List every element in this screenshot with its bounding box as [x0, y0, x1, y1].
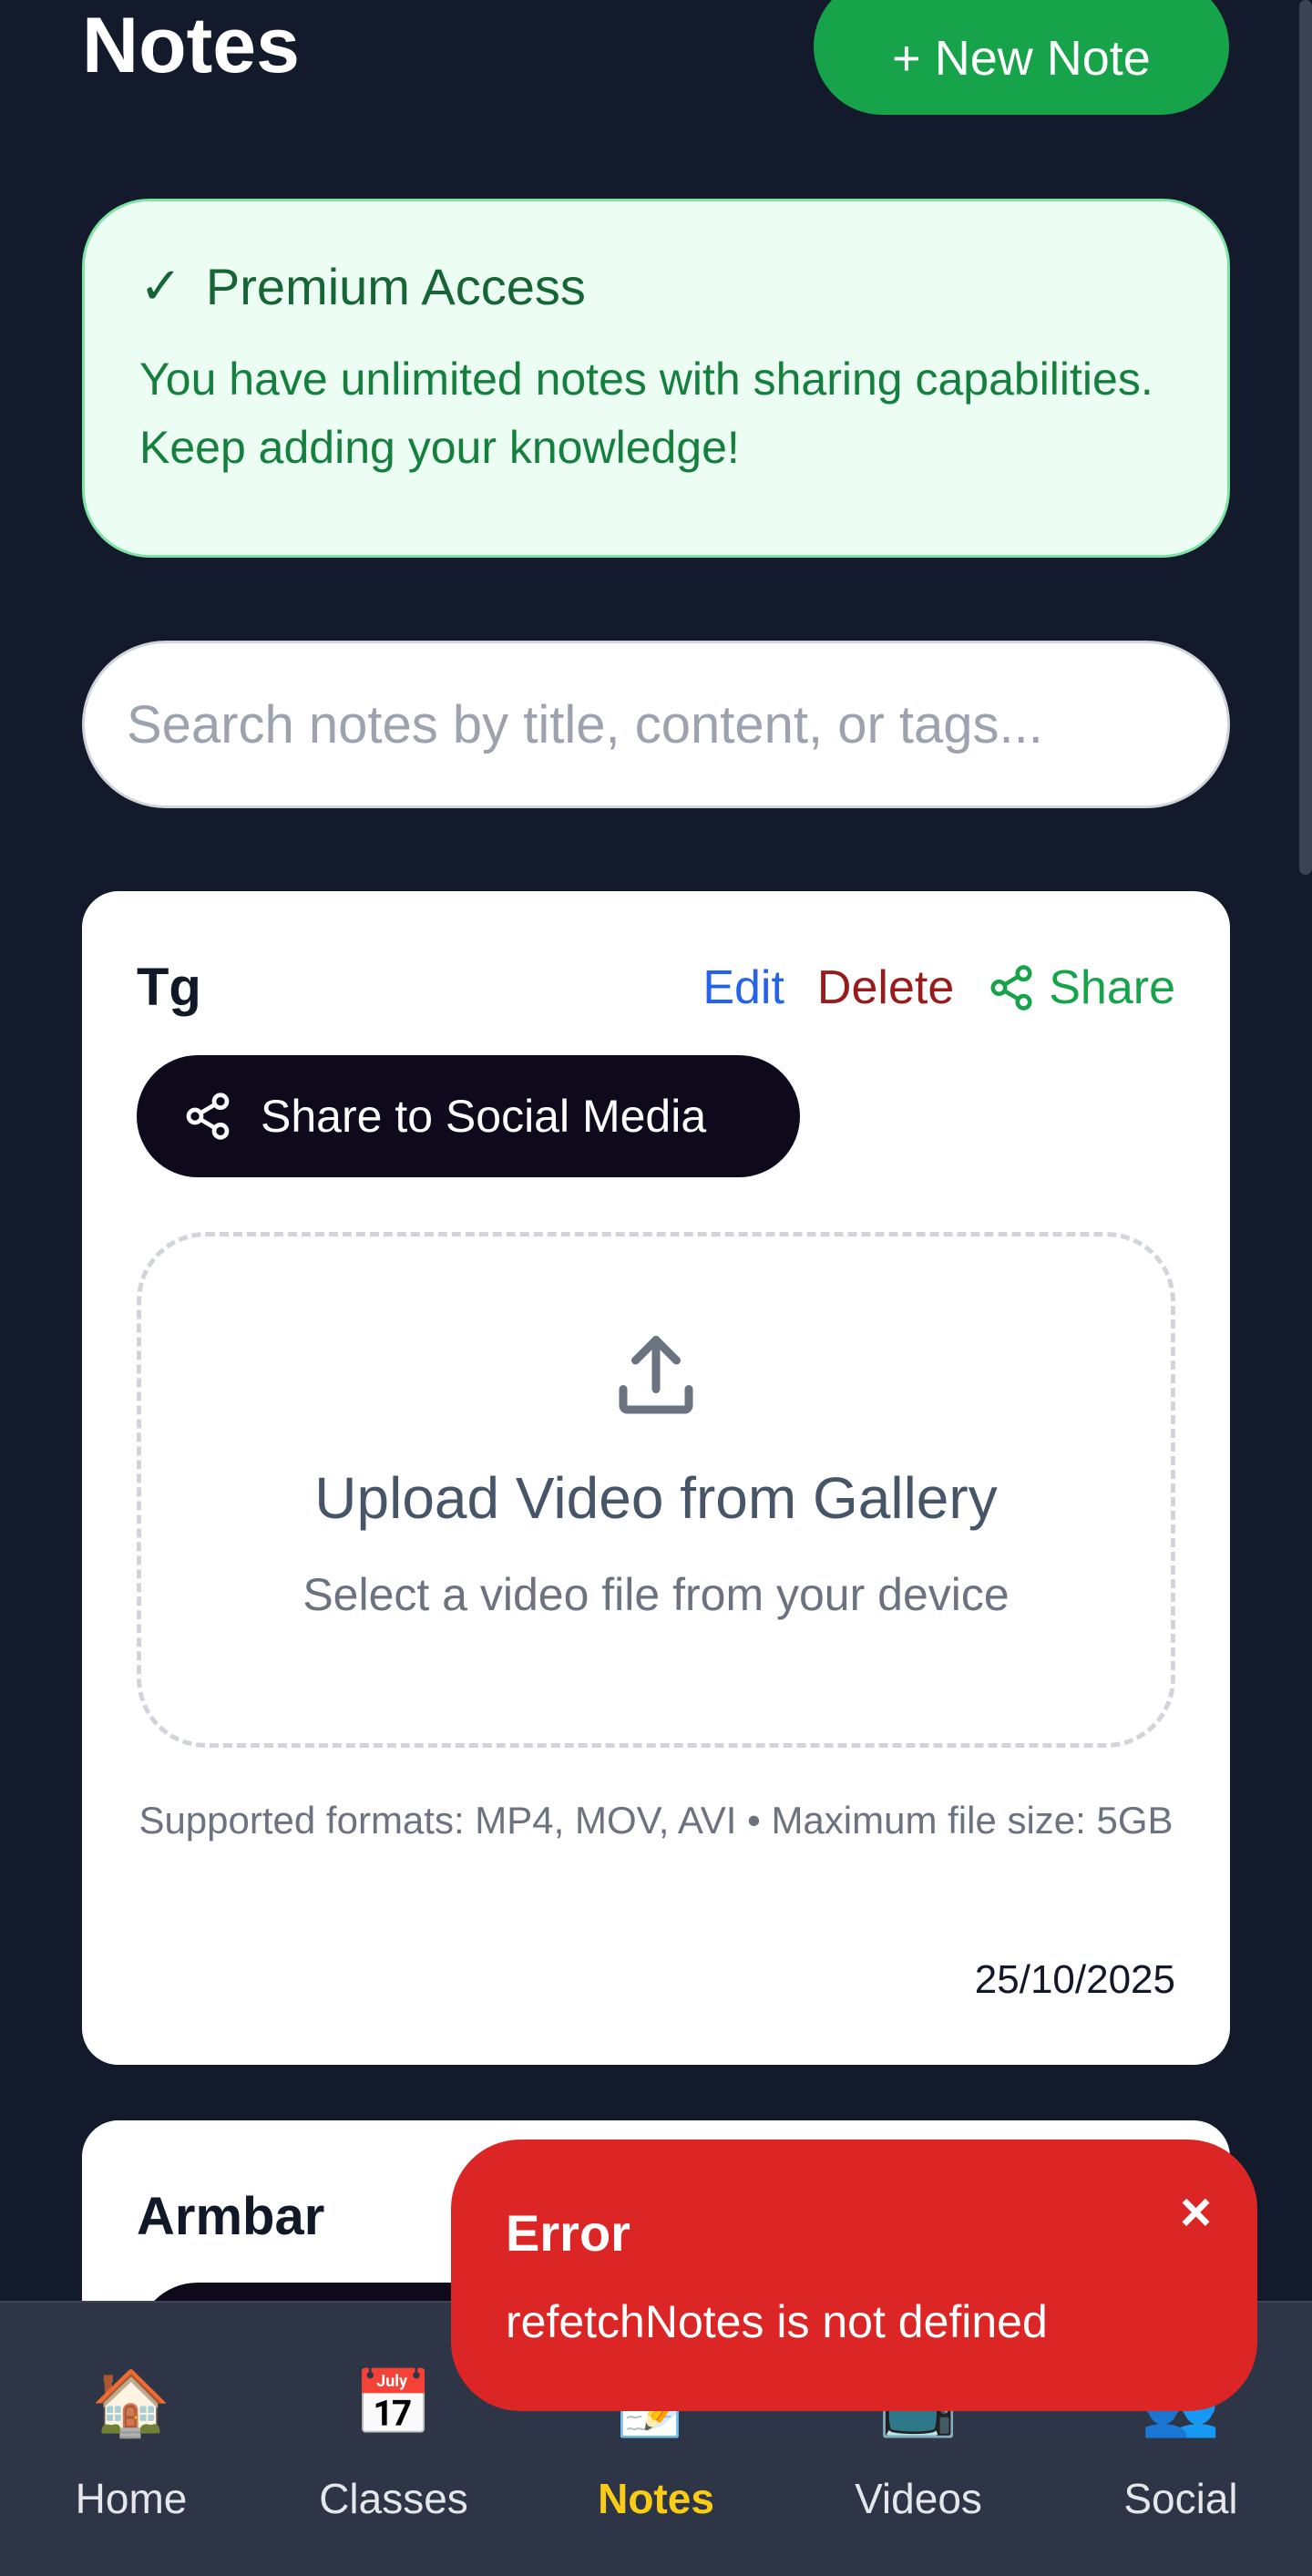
new-note-button[interactable]: + New Note	[814, 0, 1229, 115]
toast-title: Error	[506, 2204, 630, 2262]
note-card: Tg Edit Delete Share Share to Social Med…	[82, 891, 1230, 2065]
nav-label: Classes	[319, 2475, 468, 2522]
edit-button[interactable]: Edit	[702, 960, 784, 1015]
premium-title-row: ✓ Premium Access	[139, 256, 1173, 316]
share-label: Share	[1049, 961, 1175, 1014]
upload-icon	[619, 1336, 693, 1414]
search-input[interactable]	[82, 641, 1230, 808]
premium-title: Premium Access	[205, 257, 586, 315]
premium-description: You have unlimited notes with sharing ca…	[139, 354, 1153, 473]
note-actions: Edit Delete Share	[702, 960, 1175, 1015]
share-button[interactable]: Share	[987, 960, 1175, 1015]
premium-access-banner: ✓ Premium Access You have unlimited note…	[82, 199, 1230, 558]
share-icon	[186, 1093, 230, 1140]
check-icon: ✓	[139, 257, 182, 314]
nav-label: Home	[75, 2475, 188, 2522]
upload-subtitle: Select a video file from your device	[302, 1569, 1010, 1620]
nav-label: Social	[1123, 2475, 1238, 2522]
note-date: 25/10/2025	[974, 1957, 1175, 2002]
share-icon	[990, 965, 1032, 1011]
delete-button[interactable]: Delete	[817, 960, 954, 1015]
error-toast: Error refetchNotes is not defined ×	[451, 2140, 1257, 2411]
note-title: Tg	[137, 958, 201, 1017]
video-upload-dropzone[interactable]: Upload Video from Gallery Select a video…	[137, 1232, 1175, 1748]
home-icon: 🏠	[91, 2367, 171, 2438]
page-scrollbar[interactable]	[1299, 0, 1312, 875]
upload-title: Upload Video from Gallery	[314, 1465, 998, 1531]
share-to-social-label: Share to Social Media	[261, 1091, 707, 1142]
page-title: Notes	[82, 2, 300, 89]
nav-label: Notes	[598, 2475, 714, 2522]
toast-message: refetchNotes is not defined	[506, 2296, 1048, 2347]
note-title: Armbar	[137, 2187, 325, 2246]
close-icon[interactable]: ×	[1180, 2185, 1212, 2240]
nav-label: Videos	[855, 2475, 982, 2522]
supported-formats-text: Supported formats: MP4, MOV, AVI • Maxim…	[138, 1799, 1174, 1842]
share-to-social-button[interactable]: Share to Social Media	[137, 1055, 800, 1177]
calendar-icon: 📅	[354, 2367, 434, 2438]
nav-item-home[interactable]: 🏠 Home	[0, 2303, 262, 2576]
